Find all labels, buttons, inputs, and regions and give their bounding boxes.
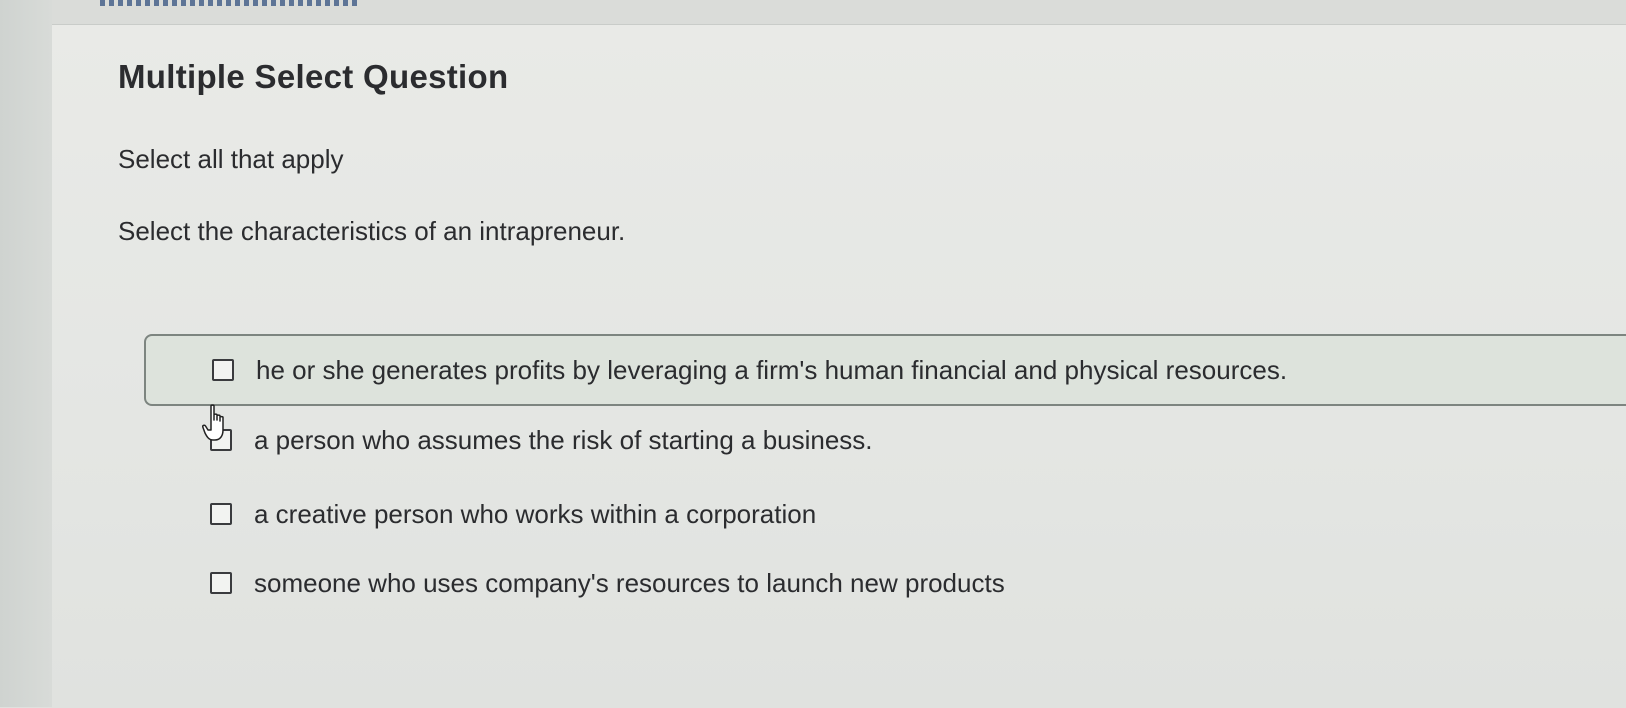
top-bar <box>0 0 1626 24</box>
checkbox-option-1[interactable] <box>212 359 234 381</box>
option-4[interactable]: someone who uses company's resources to … <box>144 547 1626 619</box>
progress-dots <box>100 0 360 6</box>
checkbox-option-3[interactable] <box>210 503 232 525</box>
option-1-label: he or she generates profits by leveragin… <box>256 354 1288 385</box>
hand-pointer-icon <box>202 404 224 441</box>
left-gutter <box>0 0 52 707</box>
option-3[interactable]: a creative person who works within a cor… <box>144 478 1626 550</box>
instruction-text: Select all that apply <box>118 144 344 174</box>
option-4-label: someone who uses company's resources to … <box>254 567 1005 598</box>
option-1[interactable]: he or she generates profits by leveragin… <box>144 334 1626 406</box>
question-type-heading: Multiple Select Question <box>118 58 509 95</box>
option-3-label: a creative person who works within a cor… <box>254 498 817 529</box>
option-2-label: a person who assumes the risk of startin… <box>254 424 873 455</box>
option-2[interactable]: a person who assumes the risk of startin… <box>144 404 1626 476</box>
question-prompt: Select the characteristics of an intrapr… <box>118 216 626 246</box>
checkbox-option-4[interactable] <box>210 572 232 594</box>
